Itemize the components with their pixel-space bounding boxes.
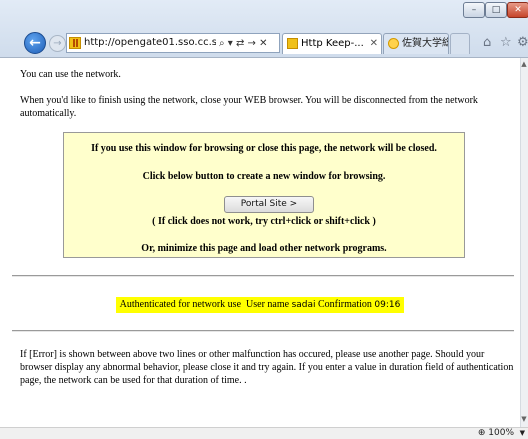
zoom-dropdown-icon[interactable]: ▼	[520, 428, 525, 439]
arrow-right-icon: →	[53, 38, 62, 49]
notice-click-text: Click below button to create a new windo…	[142, 171, 386, 182]
tab-label: 佐賀大学総合...	[402, 38, 448, 49]
favorites-star-icon[interactable]: ☆	[500, 35, 512, 50]
browser-toolbar: – □ ✕ ← → http://opengate01.sso.cc.saga-…	[0, 0, 528, 58]
user-name-value: sadai	[291, 300, 316, 310]
notice-minimize-text: Or, minimize this page and load other ne…	[141, 243, 387, 254]
divider	[12, 330, 514, 332]
notice-warning-text: If you use this window for browsing or c…	[91, 143, 437, 154]
tab-favicon-icon	[287, 38, 298, 49]
page-content: You can use the network. When you'd like…	[0, 58, 520, 427]
divider	[12, 275, 514, 277]
vertical-scrollbar[interactable]	[520, 58, 528, 427]
auth-status-highlight: Authenticated for network use User name …	[115, 297, 405, 313]
arrow-left-icon: ←	[29, 35, 41, 51]
tools-gear-icon[interactable]: ⚙	[517, 35, 528, 50]
home-icon[interactable]: ⌂	[483, 35, 491, 50]
tab-http-keep[interactable]: Http Keep-... ✕	[282, 33, 382, 54]
close-window-button[interactable]: ✕	[507, 2, 528, 18]
tab-favicon-icon	[388, 38, 399, 49]
back-button[interactable]: ←	[24, 32, 46, 54]
zoom-value: 100%	[488, 428, 514, 438]
notice-ctrl-click-hint: ( If click does not work, try ctrl+click…	[152, 216, 376, 227]
maximize-button[interactable]: □	[485, 2, 507, 18]
tab-saga-university[interactable]: 佐賀大学総合...	[383, 33, 449, 54]
tab-label: Http Keep-...	[301, 38, 364, 49]
zoom-level[interactable]: ⊕ 100%	[478, 428, 514, 439]
scroll-up-icon[interactable]: ▲	[520, 60, 528, 68]
zoom-globe-icon: ⊕	[477, 428, 489, 438]
site-favicon-icon	[69, 37, 81, 49]
network-available-text: You can use the network.	[20, 69, 121, 80]
error-help-text: If [Error] is shown between above two li…	[20, 349, 514, 386]
forward-button[interactable]: →	[49, 35, 66, 52]
finish-instructions-text: When you'd like to finish using the netw…	[20, 95, 478, 119]
minimize-button[interactable]: –	[463, 2, 485, 18]
scroll-down-icon[interactable]: ▼	[520, 415, 528, 423]
status-bar: ⊕ 100% ▼	[0, 427, 528, 439]
auth-prefix: Authenticated for network use	[119, 299, 242, 310]
notice-box: If you use this window for browsing or c…	[63, 132, 465, 258]
confirmation-label: Confirmation	[318, 299, 372, 310]
confirmation-time: 09:16	[374, 300, 401, 310]
user-name-label: User name	[246, 299, 290, 310]
new-tab-button[interactable]	[450, 33, 470, 54]
auth-status: Authenticated for network use User name …	[0, 297, 520, 313]
address-bar-controls[interactable]: ⌕ ▾ ⇄ → ✕	[216, 33, 280, 53]
portal-site-button[interactable]: Portal Site >	[224, 196, 314, 213]
tab-close-icon[interactable]: ✕	[370, 34, 378, 54]
